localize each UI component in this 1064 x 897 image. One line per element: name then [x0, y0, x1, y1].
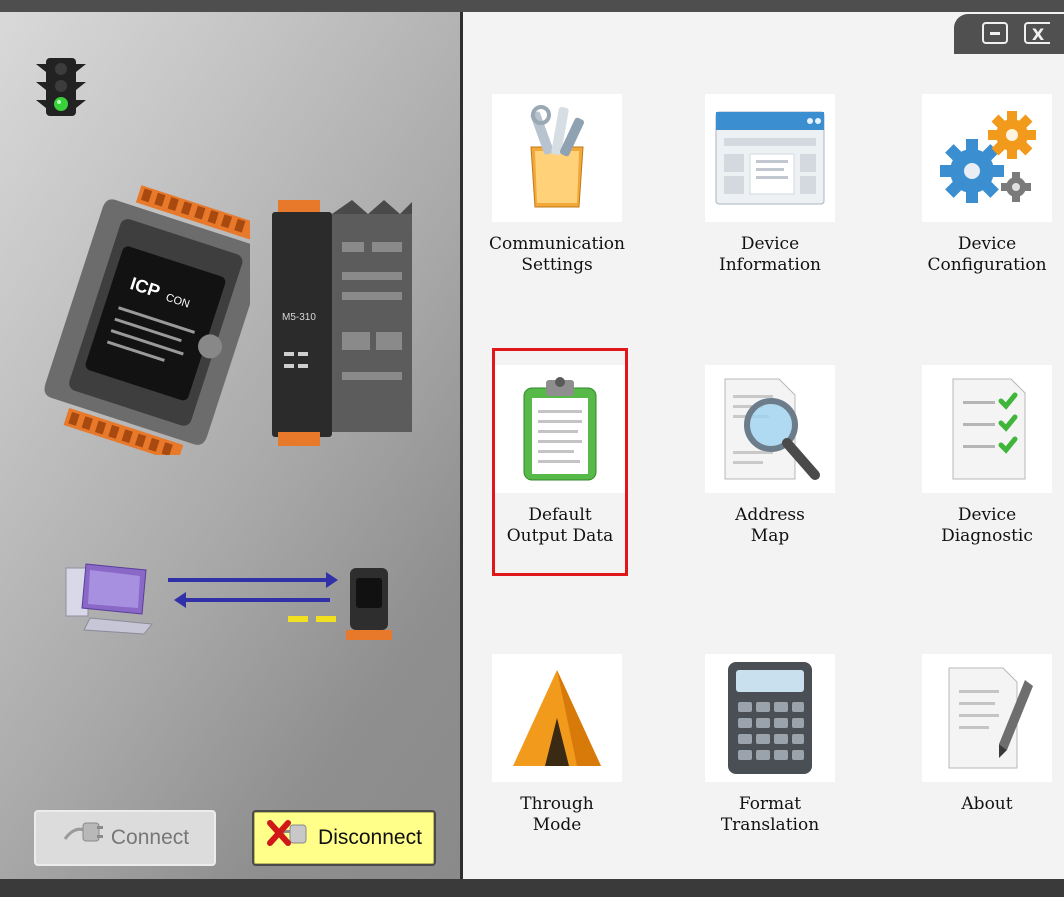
menu-default-output-data[interactable]: Default Output Data	[485, 365, 635, 547]
menu-label: Device Diagnostic	[941, 505, 1033, 546]
through-mode-icon	[492, 654, 622, 782]
connect-button[interactable]: Connect	[34, 810, 216, 866]
io-module-image: ICP CON	[40, 185, 266, 463]
connection-diagram	[60, 560, 400, 655]
device-configuration-icon	[922, 94, 1052, 222]
converter-device-icon	[346, 568, 392, 640]
menu-label: Format Translation	[720, 794, 820, 835]
plug-icon	[61, 817, 105, 859]
menu-format-translation[interactable]: Format Translation	[695, 654, 845, 836]
menu-device-configuration[interactable]: Device Configuration	[912, 94, 1062, 276]
menu-communication-settings[interactable]: Communication Settings	[482, 94, 632, 276]
window-controls: X	[954, 14, 1064, 54]
menu-through-mode[interactable]: Through Mode	[482, 654, 632, 836]
computer-icon	[65, 563, 153, 635]
menu-about[interactable]: About	[912, 654, 1062, 815]
menu-label: About	[961, 794, 1013, 814]
calculator-icon	[705, 654, 835, 782]
menu-device-diagnostic[interactable]: Device Diagnostic	[912, 365, 1062, 547]
communication-settings-icon	[492, 94, 622, 222]
about-icon	[922, 654, 1052, 782]
menu-label: Device Information	[718, 234, 822, 275]
din-rail-module-image: M5-310	[268, 192, 418, 457]
address-map-icon	[705, 365, 835, 493]
title-bar	[0, 0, 1064, 12]
menu-address-map[interactable]: Address Map	[695, 365, 845, 547]
menu-device-information[interactable]: Device Information	[695, 94, 845, 276]
svg-text:M5-310: M5-310	[282, 312, 316, 323]
device-diagnostic-icon	[922, 365, 1052, 493]
menu-label: Device Configuration	[927, 234, 1047, 275]
device-information-icon	[705, 94, 835, 222]
default-output-data-icon	[495, 365, 625, 493]
menu-label: Address Map	[735, 505, 805, 546]
menu-label: Through Mode	[520, 794, 594, 835]
menu-label: Default Output Data	[506, 505, 614, 546]
disconnect-button[interactable]: Disconnect	[252, 810, 436, 866]
bottom-edge	[0, 879, 1064, 897]
disconnect-x-icon	[266, 817, 312, 859]
traffic-light-icon	[34, 56, 88, 123]
close-button[interactable]: X	[1024, 22, 1050, 44]
menu-label: Communication Settings	[489, 234, 625, 275]
minimize-button[interactable]	[982, 22, 1008, 44]
